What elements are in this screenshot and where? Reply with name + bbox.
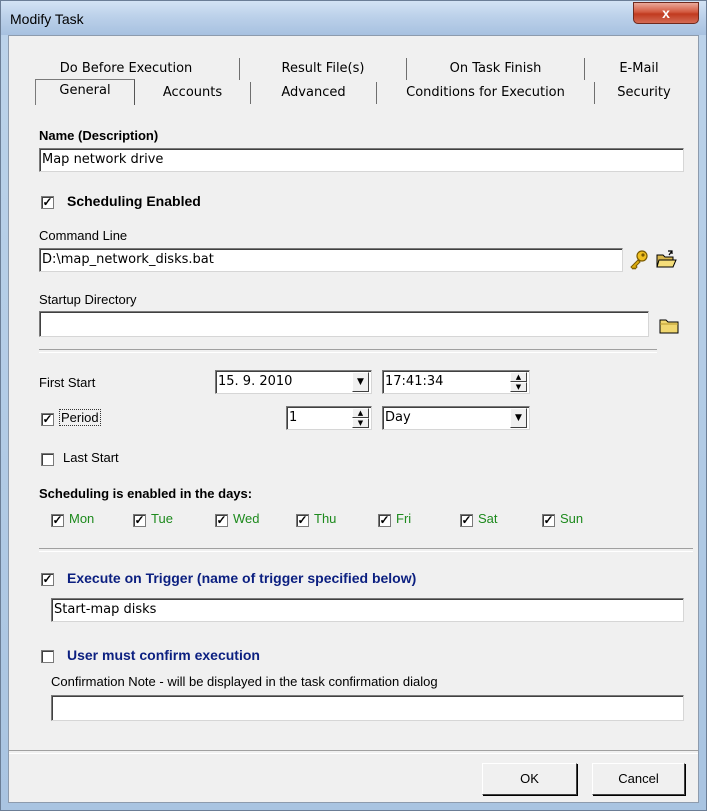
execute-on-trigger-checkbox[interactable]: ✓ <box>41 573 54 586</box>
period-value: 1 <box>289 410 298 425</box>
period-value-input[interactable]: 1 ▲ ▼ <box>286 406 372 430</box>
day-sun-label: Sun <box>560 511 584 526</box>
chevron-down-icon[interactable]: ▼ <box>510 408 527 428</box>
day-sun-checkbox[interactable]: ✓ <box>542 514 555 527</box>
period-checkbox[interactable]: ✓ <box>41 413 54 426</box>
general-panel: Name (Description) Map network drive ✓ S… <box>13 106 693 746</box>
day-tue-label: Tue <box>151 511 173 526</box>
folder-icon[interactable] <box>656 312 682 338</box>
trigger-name-input[interactable]: Start-map disks <box>51 598 684 622</box>
name-label: Name (Description) <box>39 128 159 143</box>
ok-button[interactable]: OK <box>482 763 577 795</box>
cancel-button[interactable]: Cancel <box>592 763 685 795</box>
footer-separator <box>9 750 698 754</box>
close-icon: x <box>662 5 670 21</box>
day-thu-label: Thu <box>314 511 337 526</box>
tab-security[interactable]: Security <box>595 82 693 104</box>
tab-row-front: General Accounts Advanced Conditions for… <box>13 79 693 106</box>
day-mon-label: Mon <box>69 511 95 526</box>
user-must-confirm-label: User must confirm execution <box>67 647 260 663</box>
separator <box>39 349 657 353</box>
open-folder-icon[interactable] <box>653 247 679 273</box>
spin-up-icon[interactable]: ▲ <box>510 372 527 382</box>
first-start-date-value: 15. 9. 2010 <box>218 374 293 389</box>
tab-conditions-for-execution[interactable]: Conditions for Execution <box>377 82 595 104</box>
day-wed-checkbox[interactable]: ✓ <box>215 514 228 527</box>
title-bar[interactable]: Modify Task x <box>1 1 706 35</box>
first-start-time-input[interactable]: 17:41:34 ▲ ▼ <box>382 370 530 394</box>
tab-on-task-finish[interactable]: On Task Finish <box>407 58 585 80</box>
day-tue-checkbox[interactable]: ✓ <box>133 514 146 527</box>
window-title: Modify Task <box>10 11 84 27</box>
tab-accounts[interactable]: Accounts <box>135 82 251 104</box>
command-line-input[interactable]: D:\map_network_disks.bat <box>39 248 623 272</box>
day-thu-checkbox[interactable]: ✓ <box>296 514 309 527</box>
separator <box>39 548 693 552</box>
dialog-client: Do Before Execution Result File(s) On Ta… <box>8 35 699 803</box>
close-button[interactable]: x <box>633 2 699 24</box>
key-icon[interactable] <box>626 247 652 273</box>
day-mon-checkbox[interactable]: ✓ <box>51 514 64 527</box>
name-input[interactable]: Map network drive <box>39 148 684 172</box>
last-start-checkbox[interactable] <box>41 453 54 466</box>
day-fri-label: Fri <box>396 511 412 526</box>
confirmation-note-input[interactable] <box>51 695 684 721</box>
day-sat-checkbox[interactable]: ✓ <box>460 514 473 527</box>
tab-general[interactable]: General <box>35 79 135 105</box>
last-start-label: Last Start <box>63 450 119 465</box>
startup-directory-input[interactable] <box>39 311 649 337</box>
scheduling-enabled-label: Scheduling Enabled <box>67 193 201 209</box>
startup-directory-label: Startup Directory <box>39 292 137 307</box>
user-must-confirm-checkbox[interactable] <box>41 650 54 663</box>
tab-email[interactable]: E-Mail <box>585 58 693 80</box>
tab-result-files[interactable]: Result File(s) <box>240 58 407 80</box>
execute-on-trigger-label: Execute on Trigger (name of trigger spec… <box>67 570 417 586</box>
day-sat-label: Sat <box>478 511 498 526</box>
command-line-label: Command Line <box>39 228 128 243</box>
days-heading: Scheduling is enabled in the days: <box>39 486 253 501</box>
tab-advanced[interactable]: Advanced <box>251 82 377 104</box>
first-start-time-value: 17:41:34 <box>385 374 444 389</box>
period-unit-select[interactable]: Day ▼ <box>382 406 530 430</box>
day-wed-label: Wed <box>233 511 260 526</box>
first-start-label: First Start <box>39 375 96 390</box>
modify-task-window: Modify Task x Do Before Execution Result… <box>0 0 707 811</box>
scheduling-enabled-checkbox[interactable]: ✓ <box>41 196 54 209</box>
confirmation-note-label: Confirmation Note - will be displayed in… <box>51 674 438 689</box>
chevron-down-icon[interactable]: ▼ <box>352 372 369 392</box>
spin-down-icon[interactable]: ▼ <box>352 418 369 428</box>
tab-do-before-execution[interactable]: Do Before Execution <box>13 58 240 80</box>
spin-up-icon[interactable]: ▲ <box>352 408 369 418</box>
spin-down-icon[interactable]: ▼ <box>510 382 527 392</box>
period-label: Period <box>59 409 101 426</box>
period-unit-value: Day <box>385 410 411 425</box>
day-fri-checkbox[interactable]: ✓ <box>378 514 391 527</box>
first-start-date-picker[interactable]: 15. 9. 2010 ▼ <box>215 370 372 394</box>
